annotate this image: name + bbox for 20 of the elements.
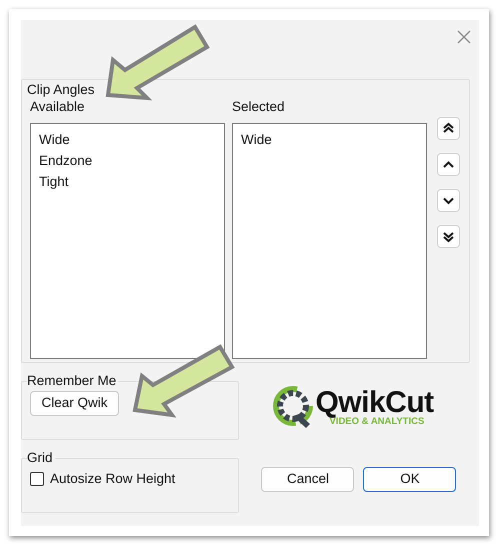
checkbox-label: Autosize Row Height (50, 470, 176, 488)
group-label: Clip Angles (27, 82, 97, 98)
logo-icon (273, 386, 314, 430)
chevron-down-button[interactable] (437, 189, 460, 212)
logo-name: QwikCut (315, 389, 434, 417)
close-icon[interactable] (457, 30, 471, 44)
logo-tagline: VIDEO & ANALYTICS (329, 417, 424, 427)
list-item[interactable]: Wide (241, 128, 418, 150)
dialog-button[interactable]: Cancel (261, 467, 354, 492)
clear-button[interactable]: Clear Qwik (30, 391, 119, 416)
list-label: Selected (232, 98, 286, 116)
checkbox[interactable] (30, 472, 44, 486)
list-item[interactable]: Wide (39, 128, 216, 150)
move-top-button[interactable] (437, 117, 460, 140)
list-label: Available (30, 98, 86, 116)
list-item[interactable]: Endzone (39, 150, 216, 170)
dialog-button[interactable]: OK (363, 467, 456, 492)
chevron-up-button[interactable] (437, 153, 460, 176)
move-bottom-button[interactable] (437, 225, 460, 248)
list-item[interactable]: Tight (39, 170, 216, 192)
